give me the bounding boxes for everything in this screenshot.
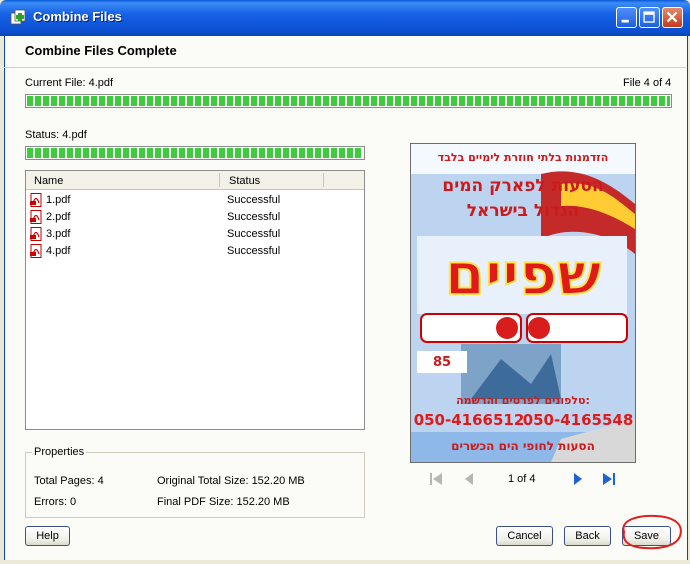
first-page-button[interactable] [428, 471, 444, 487]
combine-files-window: Combine Files Combine Files Complete Cur… [0, 0, 690, 564]
maximize-icon [643, 11, 655, 23]
current-file-label: Current File: 4.pdf [25, 77, 114, 89]
poster-phone-label: טלפונים לפרטים והרשמה: [456, 394, 590, 407]
poster-line1: הזדמנות בלתי חוזרת לימיים בלבד [438, 151, 609, 164]
highlight-annotation [622, 514, 682, 550]
file-name: 2.pdf [46, 211, 71, 223]
poster-phone2: 050-4165548 [523, 411, 634, 429]
title-bar[interactable]: Combine Files [0, 0, 690, 36]
current-file-progress-fill [27, 96, 670, 106]
file-list-header: Name Status [26, 171, 364, 190]
file-name: 4.pdf [46, 245, 71, 257]
file-status: Successful [227, 228, 281, 240]
properties-title: Properties [32, 446, 87, 458]
maximize-button[interactable] [639, 7, 660, 28]
file-row[interactable]: 1.pdf Successful [26, 192, 364, 209]
next-page-button[interactable] [570, 471, 586, 487]
cancel-button[interactable]: Cancel [496, 526, 553, 546]
poster-thumbnail: הזדמנות בלתי חוזרת לימיים בלבד הסעות לפא… [411, 144, 635, 462]
status-progress-fill [27, 148, 363, 158]
window-title: Combine Files [33, 9, 122, 24]
column-separator[interactable] [323, 173, 324, 187]
column-header-name[interactable]: Name [34, 175, 63, 187]
back-button[interactable]: Back [564, 526, 611, 546]
heading-divider [4, 67, 686, 68]
original-total-size: Original Total Size: 152.20 MB [157, 475, 305, 487]
file-name: 1.pdf [46, 194, 71, 206]
minimize-button[interactable] [616, 7, 637, 28]
poster-line2: הסעות לפארק המים [442, 176, 603, 196]
status-progress-bar [25, 146, 365, 160]
file-counter: File 4 of 4 [623, 77, 672, 89]
help-button[interactable]: Help [25, 526, 70, 546]
pdf-file-icon [30, 210, 42, 224]
current-file-progress-bar [25, 94, 672, 108]
file-status: Successful [227, 194, 281, 206]
file-status: Successful [227, 211, 281, 223]
close-icon [666, 11, 678, 23]
poster-big-title: שפיים [445, 240, 602, 308]
pdf-file-icon [30, 244, 42, 258]
file-row[interactable]: 2.pdf Successful [26, 209, 364, 226]
last-page-button[interactable] [601, 471, 617, 487]
previous-page-button[interactable] [461, 471, 477, 487]
file-row[interactable]: 3.pdf Successful [26, 226, 364, 243]
final-pdf-size: Final PDF Size: 152.20 MB [157, 496, 290, 508]
total-pages: Total Pages: 4 [34, 475, 104, 487]
column-separator[interactable] [219, 173, 220, 187]
status-label: Status: 4.pdf [25, 129, 87, 141]
column-header-status[interactable]: Status [229, 175, 260, 187]
poster-phone1: 050-4166512 [414, 411, 525, 429]
close-button[interactable] [662, 7, 683, 28]
combine-files-app-icon [10, 9, 26, 25]
poster-footer: הסעות לחופי הים הכשרים [451, 439, 595, 453]
file-name: 3.pdf [46, 228, 71, 240]
poster-line3: הגדול בישראל [467, 201, 579, 221]
dialog-heading: Combine Files Complete [25, 43, 177, 58]
minimize-icon [621, 19, 629, 23]
file-status: Successful [227, 245, 281, 257]
poster-price: 85 [433, 355, 451, 370]
properties-group: Properties Total Pages: 4 Errors: 0 Orig… [25, 446, 365, 518]
page-preview: הזדמנות בלתי חוזרת לימיים בלבד הסעות לפא… [410, 143, 636, 463]
pdf-file-icon [30, 227, 42, 241]
file-row[interactable]: 4.pdf Successful [26, 243, 364, 260]
page-indicator: 1 of 4 [508, 473, 536, 485]
errors-count: Errors: 0 [34, 496, 77, 508]
file-list[interactable]: Name Status 1.pdf Successful 2.pdf Succe… [25, 170, 365, 430]
pdf-file-icon [30, 193, 42, 207]
